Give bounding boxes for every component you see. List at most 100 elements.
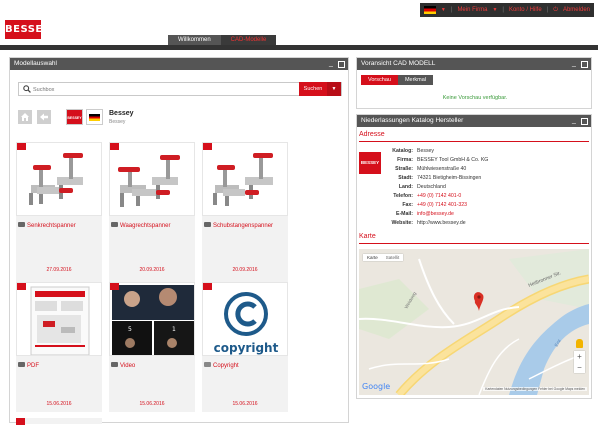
folder-icon <box>111 222 118 227</box>
clamp-illustration <box>213 153 273 206</box>
arrow-left-icon <box>40 113 48 121</box>
main-tabs: Willkommen CAD-Modelle <box>168 35 277 45</box>
location-map[interactable]: Heilbronner Str. Weidweg Enz Karte Satel… <box>359 249 589 395</box>
brand-logo[interactable]: BESSEY <box>66 109 83 125</box>
panel-title: Niederlassungen Katalog Hersteller <box>361 117 464 124</box>
search-button[interactable]: Suchen <box>299 82 327 96</box>
brand-subtitle: Bessey <box>109 119 126 125</box>
catalog-tile[interactable]: Schubstangenspanner 20.09.2016 <box>202 142 288 282</box>
catalog-tile[interactable]: 5 1 Video 15.06.2016 <box>109 282 195 412</box>
zoom-in-button[interactable]: + <box>574 351 585 362</box>
minimize-icon[interactable]: _ <box>570 60 578 68</box>
model-selection-panel: Modellauswahl _ Suchen ▼ BESSEY Bessey B… <box>9 57 349 425</box>
address-row: Katalog: Bessey <box>392 148 435 154</box>
search-input[interactable] <box>33 85 293 94</box>
divider <box>359 243 589 244</box>
account-link[interactable]: Konto / Hilfe <box>509 7 542 13</box>
map-tab-map[interactable]: Karte <box>363 254 382 261</box>
german-flag-icon[interactable] <box>423 6 436 14</box>
tile-label[interactable]: Schubstangenspanner <box>204 222 286 230</box>
logout-icon[interactable]: ⏻ <box>553 7 558 14</box>
address-row: Stadt: 74321 Bietigheim-Bissingen <box>398 175 482 181</box>
panel-title: Modellauswahl <box>14 60 57 67</box>
file-icon <box>204 362 211 367</box>
tile-date: 15.06.2016 <box>139 401 165 407</box>
pdf-catalog-image <box>16 282 102 356</box>
divider <box>359 141 589 142</box>
video-grid-image: 5 1 <box>109 282 195 356</box>
tile-label[interactable]: PDF <box>18 362 100 370</box>
maximize-icon[interactable] <box>581 118 588 125</box>
tile-date: 15.06.2016 <box>46 401 72 407</box>
tab-features[interactable]: Merkmal <box>397 75 434 85</box>
pdf-cover-illustration <box>30 286 90 355</box>
map-tiles: Heilbronner Str. Weidweg Enz <box>359 249 589 395</box>
maximize-icon[interactable] <box>338 61 345 68</box>
maximize-icon[interactable] <box>581 61 588 68</box>
preview-tabs: Vorschau Merkmal <box>361 75 434 85</box>
cad-preview-panel: Voransicht CAD MODELL _ Vorschau Merkmal… <box>356 57 592 109</box>
folder-icon <box>18 362 25 367</box>
email-row[interactable]: E-Mail: info@bessey.de <box>385 211 454 217</box>
german-flag-icon[interactable] <box>86 109 103 125</box>
folder-icon <box>204 222 211 227</box>
minimize-icon[interactable]: _ <box>327 60 335 68</box>
phone-row[interactable]: Telefon: +49 (0) 7142 401-0 <box>385 193 461 199</box>
tab-cad-models[interactable]: CAD-Modelle <box>220 35 277 45</box>
logout-link[interactable]: Abmelden <box>563 7 590 13</box>
map-heading: Karte <box>359 233 376 240</box>
street-view-pegman-icon[interactable] <box>576 339 583 348</box>
home-icon <box>21 113 29 121</box>
website-row[interactable]: Website: http://www.bessey.de <box>385 220 465 226</box>
bessey-mini-logo <box>203 143 212 150</box>
catalog-tile[interactable]: Waagrechtspanner 20.09.2016 <box>109 142 195 282</box>
address-heading: Adresse <box>359 131 385 138</box>
catalog-tile[interactable]: copyright Copyright 15.06.2016 <box>202 282 288 412</box>
search-options-dropdown[interactable]: ▼ <box>327 82 341 96</box>
address-row: Straße: Mühlwiesenstraße 40 <box>395 166 467 172</box>
header-divider <box>0 45 598 50</box>
tile-date: 20.09.2016 <box>232 267 258 273</box>
app-header: BESSEY ▼ | Mein Firma ▼ | Konto / Hilfe … <box>0 0 598 46</box>
bessey-mini-logo <box>17 143 26 150</box>
map-tab-satellite[interactable]: Satellit <box>382 254 404 261</box>
panel-header: Voransicht CAD MODELL _ <box>357 58 591 70</box>
panel-header: Modellauswahl _ <box>10 58 348 70</box>
zoom-out-button[interactable]: − <box>574 362 585 373</box>
chevron-down-icon[interactable]: ▼ <box>492 7 497 13</box>
catalog-tile[interactable]: Senkrechtspanner 27.09.2016 <box>16 142 102 282</box>
bessey-logo[interactable]: BESSEY <box>5 20 50 39</box>
address-row: Firma: BESSEY Tool GmbH & Co. KG <box>397 157 489 163</box>
tile-label[interactable]: Senkrechtspanner <box>18 222 100 230</box>
video-thumbnail-illustration: 5 1 <box>112 285 194 355</box>
catalog-tile[interactable] <box>16 418 102 425</box>
tile-date: 27.09.2016 <box>46 267 72 273</box>
tile-label[interactable]: Waagrechtspanner <box>111 222 193 230</box>
google-logo: Google <box>362 382 391 391</box>
tile-label[interactable]: Copyright <box>204 362 286 370</box>
chevron-down-icon[interactable]: ▼ <box>441 7 446 13</box>
tab-welcome[interactable]: Willkommen <box>168 35 221 45</box>
toggle-clamp-image <box>109 142 195 216</box>
panel-header: Niederlassungen Katalog Hersteller _ <box>357 115 591 127</box>
tab-preview[interactable]: Vorschau <box>361 75 398 85</box>
address-row: Land: Deutschland <box>398 184 446 190</box>
toggle-clamp-image <box>16 142 102 216</box>
bessey-mini-logo <box>17 283 26 290</box>
minimize-icon[interactable]: _ <box>570 117 578 125</box>
fax-row[interactable]: Fax: +49 (0) 7142 401-323 <box>385 202 467 208</box>
panel-title: Voransicht CAD MODELL <box>361 60 436 67</box>
copyright-word: copyright <box>213 341 279 355</box>
catalog-tile[interactable]: PDF 15.06.2016 <box>16 282 102 412</box>
bessey-mini-logo <box>110 283 119 290</box>
map-footer-links[interactable]: Kartendaten Nutzungsbedingungen Fehler b… <box>483 387 587 391</box>
company-menu[interactable]: Mein Firma <box>457 7 487 13</box>
back-button[interactable] <box>37 110 51 124</box>
tile-label[interactable]: Video <box>111 362 193 370</box>
manufacturer-panel: Niederlassungen Katalog Hersteller _ Adr… <box>356 114 592 399</box>
manufacturer-logo: BESSEY <box>359 152 381 174</box>
home-button[interactable] <box>18 110 32 124</box>
tile-date: 20.09.2016 <box>139 267 165 273</box>
zoom-control: + − <box>574 351 585 373</box>
user-menu: ▼ | Mein Firma ▼ | Konto / Hilfe | ⏻ Abm… <box>419 3 594 17</box>
